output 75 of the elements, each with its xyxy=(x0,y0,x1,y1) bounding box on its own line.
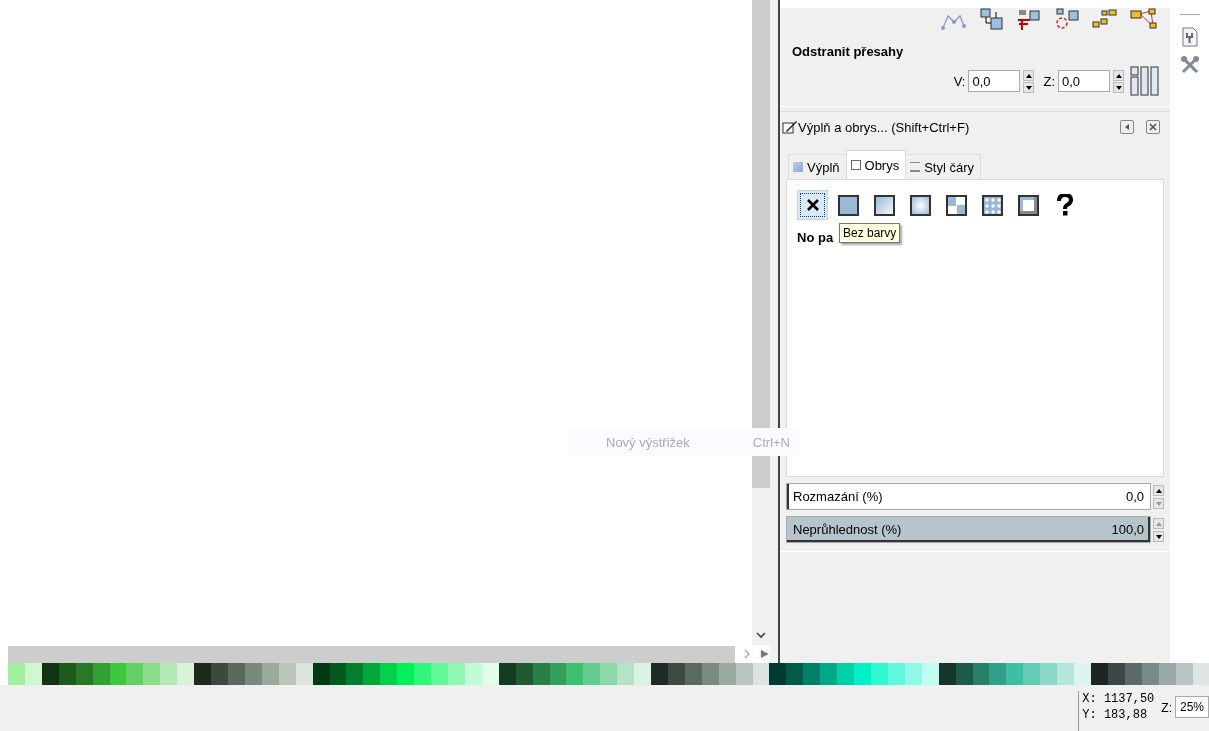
color-swatch[interactable] xyxy=(786,663,804,685)
chevron-down-icon[interactable] xyxy=(756,632,766,639)
color-swatch[interactable] xyxy=(989,663,1007,685)
color-swatch[interactable] xyxy=(431,663,448,685)
color-swatch[interactable] xyxy=(397,663,415,685)
y-coordinate: Y: 183,88 xyxy=(1082,707,1149,723)
color-swatch[interactable] xyxy=(1057,663,1075,685)
color-swatch[interactable] xyxy=(651,663,668,685)
section-title: Odstranit přesahy xyxy=(792,44,905,59)
spin-buttons[interactable] xyxy=(1113,69,1124,93)
color-swatch[interactable] xyxy=(1074,663,1091,685)
tab[interactable]: Výplň xyxy=(788,154,847,179)
color-swatch[interactable] xyxy=(854,663,871,685)
no-paint-button[interactable] xyxy=(797,190,828,220)
number-field[interactable]: 0,0 xyxy=(1058,70,1110,92)
color-swatch[interactable] xyxy=(803,663,821,685)
dock-title: Výplň a obrys... (Shift+Ctrl+F) xyxy=(798,119,970,135)
circular-boxes-icon[interactable] xyxy=(1054,8,1080,30)
color-swatch[interactable] xyxy=(1023,663,1041,685)
color-swatch[interactable] xyxy=(160,663,178,685)
color-swatch[interactable] xyxy=(380,663,398,685)
color-swatch[interactable] xyxy=(363,663,381,685)
color-swatch[interactable] xyxy=(126,663,144,685)
blur-slider[interactable]: Rozmazání (%) 0,0 xyxy=(786,483,1151,510)
color-swatch[interactable] xyxy=(837,663,855,685)
field-label: V: xyxy=(953,73,966,89)
chevron-right-icon[interactable] xyxy=(744,649,751,659)
tab[interactable]: Obrys xyxy=(845,150,907,179)
color-swatch[interactable] xyxy=(871,663,888,685)
triangle-left-icon xyxy=(1123,123,1131,131)
scattered-squares-icon[interactable] xyxy=(1092,8,1118,30)
color-swatch[interactable] xyxy=(583,663,601,685)
close-button[interactable] xyxy=(1146,120,1160,134)
zoom-field[interactable]: 25% xyxy=(1175,696,1209,718)
color-arrow-icon[interactable] xyxy=(760,649,770,659)
pen-icon xyxy=(782,120,798,134)
field-label: Z: xyxy=(1043,73,1055,89)
close-icon xyxy=(1149,123,1157,131)
color-swatch[interactable] xyxy=(177,663,195,685)
hierarchy-boxes-icon[interactable] xyxy=(1016,8,1042,30)
document-wrench-icon[interactable] xyxy=(1180,27,1199,47)
color-swatch[interactable] xyxy=(194,663,212,685)
columns-icon[interactable] xyxy=(1130,66,1160,96)
color-swatch[interactable] xyxy=(600,663,618,685)
color-swatch[interactable] xyxy=(617,663,635,685)
color-swatch[interactable] xyxy=(414,663,432,685)
opacity-slider[interactable]: Neprůhlednost (%) 100,0 xyxy=(786,516,1151,543)
color-swatch[interactable] xyxy=(1006,663,1024,685)
color-swatch[interactable] xyxy=(346,663,364,685)
color-swatch[interactable] xyxy=(820,663,838,685)
spin-buttons[interactable] xyxy=(1023,69,1035,93)
tools-icon[interactable] xyxy=(1179,55,1200,75)
spin-buttons[interactable] xyxy=(1153,517,1164,542)
tooltip: Bez barvy xyxy=(839,223,901,243)
spin-buttons[interactable] xyxy=(1153,484,1164,509)
x-coordinate: X: 1137,50 xyxy=(1082,691,1155,707)
zoom-label: Z: xyxy=(1161,701,1172,715)
color-swatch[interactable] xyxy=(8,663,25,685)
color-swatch[interactable] xyxy=(769,663,787,685)
graph-nodes-icon[interactable] xyxy=(940,14,966,30)
network-squares-icon[interactable] xyxy=(1130,8,1158,30)
connected-boxes-icon[interactable] xyxy=(978,8,1004,30)
horizontal-scrollbar[interactable] xyxy=(8,645,735,663)
color-swatch[interactable] xyxy=(1040,663,1058,685)
tab[interactable]: Styl čáry xyxy=(905,154,982,179)
color-swatch[interactable] xyxy=(634,663,652,685)
color-swatch[interactable] xyxy=(566,663,584,685)
x-icon xyxy=(805,198,820,212)
number-field[interactable]: 0,0 xyxy=(968,70,1021,92)
color-swatch[interactable] xyxy=(1091,663,1108,685)
color-swatch[interactable] xyxy=(211,663,228,685)
color-swatch[interactable] xyxy=(143,663,161,685)
iconify-button[interactable] xyxy=(1120,120,1134,134)
paint-label: No pa xyxy=(797,230,834,245)
question-mark-icon xyxy=(1055,194,1074,216)
